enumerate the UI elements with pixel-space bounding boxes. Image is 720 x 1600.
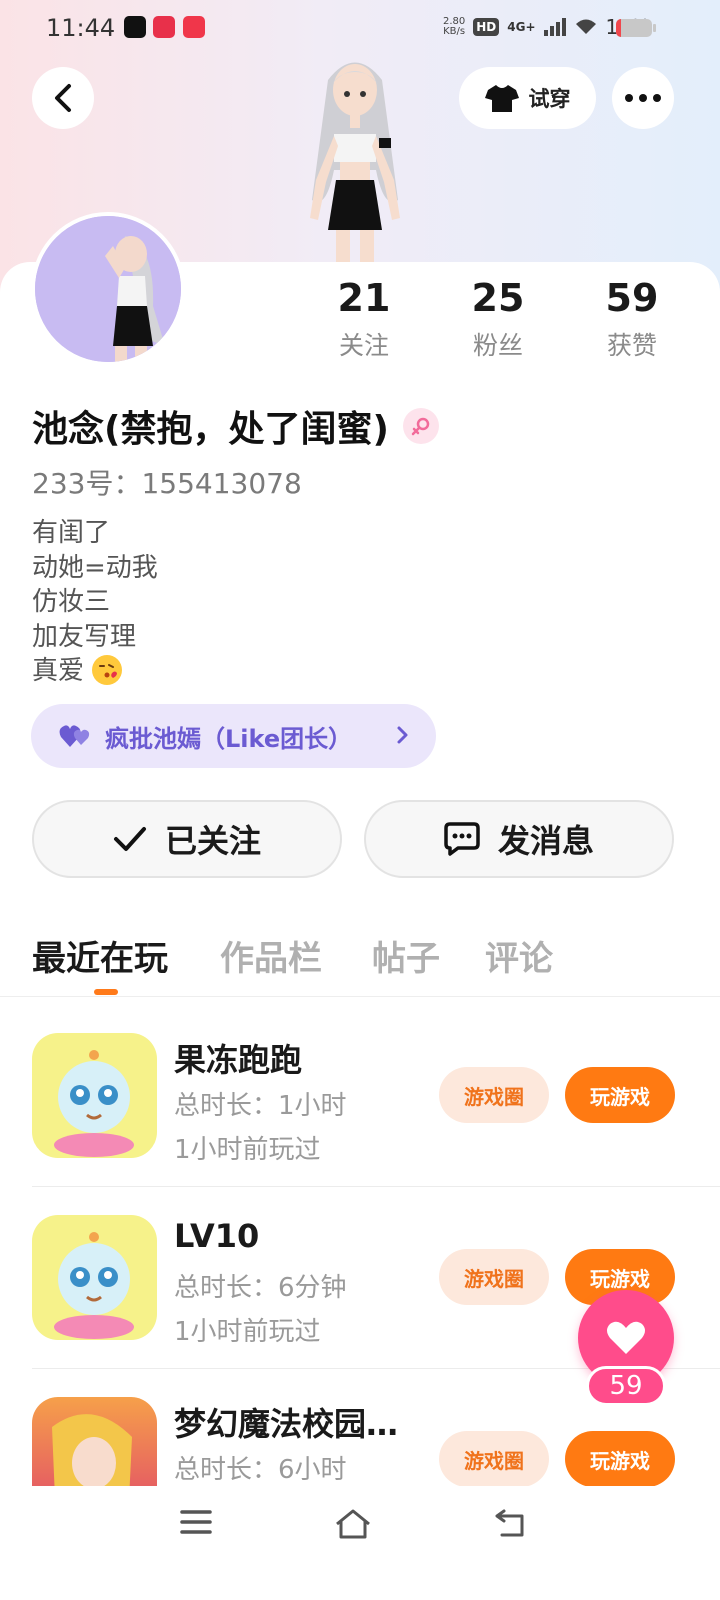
like-count-badge: 59 xyxy=(586,1366,666,1406)
battery-icon xyxy=(616,19,652,37)
net-speed: 2.80 KB/s xyxy=(443,16,466,37)
game-circle-button[interactable]: 游戏圈 xyxy=(439,1067,549,1123)
profile-name: 池念(禁抱，处了闺蜜) xyxy=(32,409,389,450)
game-title: 梦幻魔法校园… xyxy=(174,1405,399,1443)
game-duration: 总时长：6分钟 xyxy=(174,1273,347,1303)
back-nav-icon[interactable] xyxy=(494,1508,528,1538)
chevron-left-icon xyxy=(55,84,71,112)
send-message-button[interactable]: 发消息 xyxy=(364,800,674,878)
double-heart-icon xyxy=(59,725,90,747)
tab-recently-played[interactable]: 最近在玩 xyxy=(32,931,168,980)
stat-value: 59 xyxy=(605,276,659,320)
group-chip-label: 疯批池嫣（Like团长） xyxy=(105,724,353,753)
game-circle-button[interactable]: 游戏圈 xyxy=(439,1249,549,1305)
hd-badge: HD xyxy=(473,18,500,36)
checkmark-icon xyxy=(113,827,146,851)
more-dots-icon xyxy=(625,94,661,102)
back-button[interactable] xyxy=(32,67,94,129)
chat-bubble-icon xyxy=(444,822,480,856)
profile-name-row: 池念(禁抱，处了闺蜜) xyxy=(32,400,439,452)
avatar-3d-figure xyxy=(310,62,400,262)
signal-icon xyxy=(543,18,566,36)
more-button[interactable] xyxy=(612,67,674,129)
female-gender-icon xyxy=(402,408,439,444)
followed-button[interactable]: 已关注 xyxy=(32,800,342,878)
stat-label: 关注 xyxy=(338,331,389,360)
play-game-button[interactable]: 玩游戏 xyxy=(565,1431,675,1486)
bio-line: 有闺了 xyxy=(32,518,111,548)
game-last-played: 1小时前玩过 xyxy=(174,1135,321,1165)
game-icon xyxy=(32,1033,157,1158)
heart-icon xyxy=(607,1321,645,1354)
bio-line: 仿妆三 xyxy=(32,587,111,617)
stat-following[interactable]: 21 关注 xyxy=(304,276,424,362)
stat-label: 粉丝 xyxy=(472,331,523,360)
home-icon[interactable] xyxy=(334,1508,372,1540)
avatar-image xyxy=(35,216,181,362)
active-tab-indicator xyxy=(94,989,118,995)
bio-line-last: 真爱 xyxy=(32,654,158,689)
followed-label: 已关注 xyxy=(164,822,261,860)
notification-app-icon xyxy=(153,16,175,38)
game-duration: 总时长：1小时 xyxy=(174,1091,347,1121)
kissing-face-emoji-icon xyxy=(92,655,123,685)
game-last-played: 1小时前玩过 xyxy=(174,1317,321,1347)
stat-followers[interactable]: 25 粉丝 xyxy=(438,276,558,362)
network-type: 4G+ xyxy=(507,20,536,34)
bio-line: 真爱 xyxy=(32,656,85,686)
profile-uid: 233号：155413078 xyxy=(32,467,302,500)
system-navigation-bar xyxy=(0,1486,720,1600)
stat-value: 25 xyxy=(471,276,525,320)
game-icon xyxy=(32,1397,157,1486)
game-circle-button[interactable]: 游戏圈 xyxy=(439,1431,549,1486)
status-time: 11:44 xyxy=(46,14,116,42)
stat-likes[interactable]: 59 获赞 xyxy=(572,276,692,362)
notification-app-icon xyxy=(124,16,146,38)
try-on-button[interactable]: 试穿 xyxy=(459,67,596,129)
play-game-button[interactable]: 玩游戏 xyxy=(565,1067,675,1123)
send-message-label: 发消息 xyxy=(497,822,594,860)
profile-bio: 有闺了 动她=动我 仿妆三 加友写理 真爱 xyxy=(32,516,158,689)
content-tabs: 最近在玩 作品栏 帖子 评论 xyxy=(0,925,720,997)
battery-cap xyxy=(653,24,656,32)
game-duration: 总时长：6小时 xyxy=(174,1455,347,1485)
tab-posts[interactable]: 帖子 xyxy=(372,931,440,980)
stat-label: 获赞 xyxy=(606,331,657,360)
avatar[interactable] xyxy=(31,212,185,366)
bio-line: 动她=动我 xyxy=(32,552,158,583)
stat-value: 21 xyxy=(337,276,391,320)
profile-stats: 21 关注 25 粉丝 59 获赞 xyxy=(300,276,700,366)
status-bar: 11:44 2.80 KB/s HD 4G+ 15% xyxy=(0,0,720,56)
game-list-item[interactable]: 果冻跑跑 总时长：1小时 1小时前玩过 游戏圈 玩游戏 xyxy=(0,1005,720,1187)
bio-line: 加友写理 xyxy=(32,621,137,652)
tab-works[interactable]: 作品栏 xyxy=(220,931,322,980)
chevron-right-icon xyxy=(397,726,408,744)
tshirt-icon xyxy=(484,85,519,112)
menu-icon[interactable] xyxy=(180,1508,212,1536)
try-on-label: 试穿 xyxy=(528,87,571,111)
game-title: LV10 xyxy=(174,1217,260,1255)
game-icon xyxy=(32,1215,157,1340)
game-title: 果冻跑跑 xyxy=(174,1041,303,1079)
group-chip[interactable]: 疯批池嫣（Like团长） xyxy=(31,704,436,768)
tab-comments[interactable]: 评论 xyxy=(485,931,553,980)
notification-app-icon xyxy=(183,16,205,38)
wifi-icon xyxy=(575,19,596,34)
